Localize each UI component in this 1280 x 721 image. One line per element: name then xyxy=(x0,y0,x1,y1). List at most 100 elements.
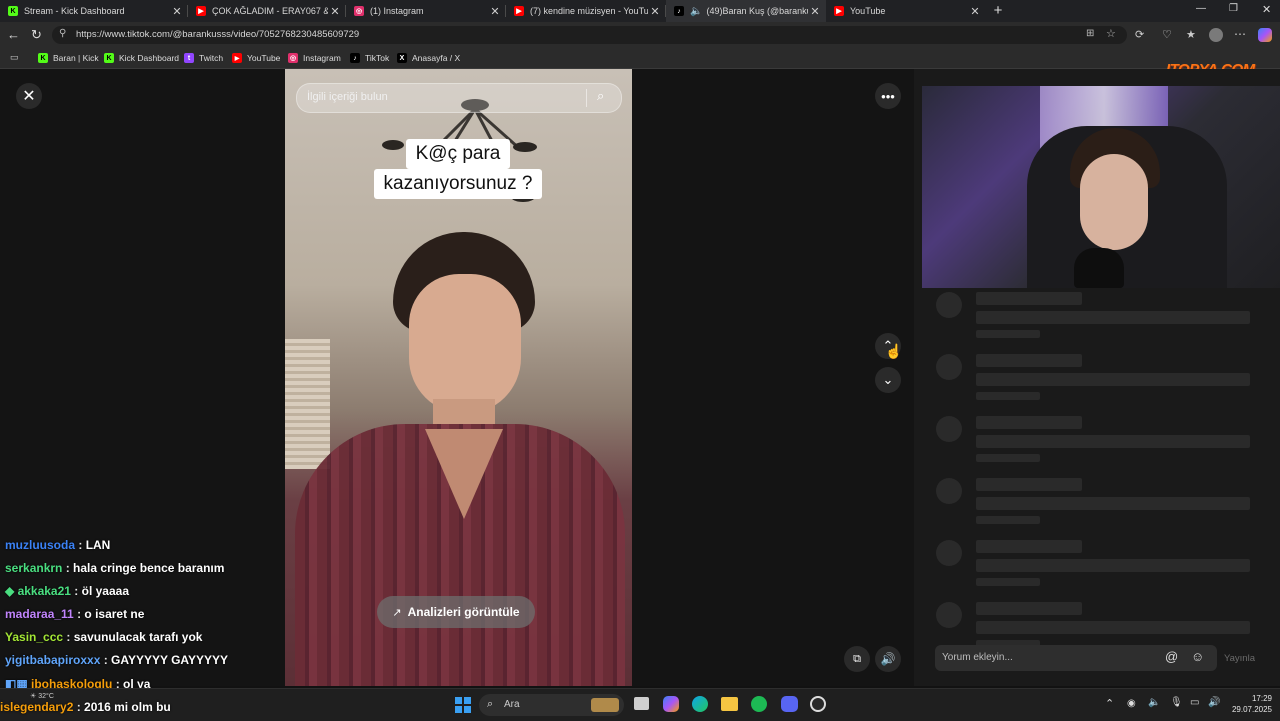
analytics-label: Analizleri görüntüle xyxy=(407,605,520,619)
start-button[interactable] xyxy=(455,697,471,713)
minimize-button[interactable]: — xyxy=(1196,3,1206,14)
tab-instagram[interactable]: ◎ (1) Instagram ✕ xyxy=(346,0,506,22)
chat-message: yigitbabapiroxxx : GAYYYYY GAYYYYY xyxy=(5,653,228,667)
new-tab-button[interactable]: + xyxy=(990,2,1006,20)
bookmarks-menu-icon[interactable]: ▭ xyxy=(10,52,19,63)
windows-logo-icon xyxy=(455,697,462,704)
window-close-button[interactable]: ✕ xyxy=(1262,3,1271,16)
display-icon[interactable]: ▭ xyxy=(1190,697,1199,708)
file-explorer-icon[interactable] xyxy=(721,697,738,711)
mouse-cursor: ☝ xyxy=(885,343,903,359)
view-analytics-button[interactable]: ↗ Analizleri görüntüle xyxy=(377,596,535,628)
next-video-button[interactable]: ⌄ xyxy=(875,367,901,393)
video-player[interactable]: İlgili içeriği bulun ⌕ K@ç para kazanıyo… xyxy=(285,69,632,686)
discord-tray-icon[interactable]: ◉ xyxy=(1127,698,1136,709)
tab-tiktok[interactable]: ♪ 🔈 (49)Baran Kuş (@barankusss) ✕ xyxy=(666,0,826,22)
bookmark-x[interactable]: X Anasayfa / X xyxy=(397,50,460,66)
skeleton-line xyxy=(976,478,1082,491)
bookmark-label: Kick Dashboard xyxy=(119,53,180,63)
streamer-webcam xyxy=(922,86,1280,288)
more-menu-icon[interactable]: ⋯ xyxy=(1234,27,1246,41)
discord-icon[interactable] xyxy=(781,696,798,712)
related-search-box[interactable]: İlgili içeriği bulun ⌕ xyxy=(296,83,622,113)
site-info-icon[interactable]: ⚲ xyxy=(59,28,66,39)
twitch-icon: t xyxy=(184,53,194,63)
comment-input-box[interactable]: Yorum ekleyin... @ ☺ xyxy=(935,645,1217,671)
spotify-icon[interactable] xyxy=(751,696,767,712)
bookmark-kick-dashboard[interactable]: K Kick Dashboard xyxy=(104,50,179,66)
bookmark-youtube[interactable]: ▶ YouTube xyxy=(232,50,280,66)
tab-bar: K Stream - Kick Dashboard ✕ ▶ ÇOK AĞLADI… xyxy=(0,0,1280,22)
bookmark-baran-kick[interactable]: K Baran | Kick xyxy=(38,50,99,66)
bookmark-instagram[interactable]: ◎ Instagram xyxy=(288,50,341,66)
bookmark-twitch[interactable]: t Twitch xyxy=(184,50,223,66)
tab-title: YouTube xyxy=(850,6,886,16)
skeleton-line xyxy=(976,516,1040,524)
skeleton-avatar xyxy=(936,416,962,442)
favorites-icon[interactable]: ★ xyxy=(1186,28,1196,41)
profile-avatar[interactable] xyxy=(1209,28,1223,42)
taskbar-search[interactable]: ⌕ Ara xyxy=(479,694,624,716)
bookmark-label: Instagram xyxy=(303,53,341,63)
picture-in-picture-button[interactable]: ⧉ xyxy=(844,646,870,672)
back-icon[interactable]: ← xyxy=(7,27,20,42)
restore-button[interactable]: ❐ xyxy=(1229,3,1238,14)
obs-icon[interactable] xyxy=(810,696,826,712)
microphone-icon[interactable]: 🎙 xyxy=(1170,697,1183,708)
tab-youtube-musician[interactable]: ▶ (7) kendine müzisyen - YouTube ✕ xyxy=(506,0,666,22)
chat-separator: : xyxy=(73,700,85,714)
favorite-star-icon[interactable]: ☆ xyxy=(1106,27,1116,40)
extensions-icon[interactable]: ⟳ xyxy=(1135,28,1144,41)
volume-button[interactable]: 🔊 xyxy=(875,646,901,672)
copilot-icon[interactable] xyxy=(663,696,679,712)
chat-separator: : xyxy=(75,538,86,552)
instagram-icon: ◎ xyxy=(288,53,298,63)
diamond-badge-icon: ◆ xyxy=(5,584,18,598)
app-icon[interactable]: ⊞ xyxy=(1086,28,1094,39)
mention-icon[interactable]: @ xyxy=(1165,649,1178,664)
more-options-button[interactable]: ••• xyxy=(875,83,901,109)
speaker-tray-icon[interactable]: 🔈 xyxy=(1148,697,1160,708)
close-icon[interactable]: ✕ xyxy=(170,5,184,18)
microphone xyxy=(1074,248,1124,288)
close-icon[interactable]: ✕ xyxy=(968,5,982,18)
copilot-icon[interactable] xyxy=(1258,28,1272,42)
bookmark-tiktok[interactable]: ♪ TikTok xyxy=(350,50,389,66)
chat-text: o isaret ne xyxy=(84,607,145,621)
browser-essentials-icon[interactable]: ♡ xyxy=(1162,28,1172,41)
bookmark-label: YouTube xyxy=(247,53,281,63)
close-video-button[interactable]: ✕ xyxy=(16,83,42,109)
tiktok-icon: ♪ xyxy=(350,53,360,63)
address-bar[interactable]: ⚲ https://www.tiktok.com/@barankusss/vid… xyxy=(52,26,1127,44)
weather-widget[interactable]: ☀ 32°C xyxy=(30,692,54,700)
windows-taskbar: ☀ 32°C ⌕ Ara ⌃ ◉ 🔈 🎙 ▭ 🔊 17:29 29.07.202… xyxy=(0,688,1280,721)
tab-kick-dashboard[interactable]: K Stream - Kick Dashboard ✕ xyxy=(0,0,188,22)
chat-username: madaraa_11 xyxy=(5,607,74,621)
skeleton-avatar xyxy=(936,478,962,504)
reload-icon[interactable]: ↻ xyxy=(31,27,42,43)
youtube-icon: ▶ xyxy=(196,6,206,16)
close-icon[interactable]: ✕ xyxy=(648,5,662,18)
task-view-icon[interactable] xyxy=(634,697,649,710)
search-input[interactable]: İlgili içeriği bulun xyxy=(307,91,388,103)
post-comment-button[interactable]: Yayınla xyxy=(1224,653,1255,664)
tray-chevron-up-icon[interactable]: ⌃ xyxy=(1105,697,1114,710)
emoji-icon[interactable]: ☺ xyxy=(1191,649,1204,664)
edge-icon[interactable] xyxy=(692,696,708,712)
close-icon[interactable]: ✕ xyxy=(328,5,342,18)
skeleton-line xyxy=(976,311,1250,324)
search-icon[interactable]: ⌕ xyxy=(597,88,604,104)
close-icon[interactable]: ✕ xyxy=(488,5,502,18)
volume-tray-icon[interactable]: 🔊 xyxy=(1208,697,1220,708)
tab-youtube-video[interactable]: ▶ ÇOK AĞLADIM - ERAY067 & MAN ✕ xyxy=(188,0,346,22)
chat-message: madaraa_11 : o isaret ne xyxy=(5,607,144,621)
close-icon[interactable]: ✕ xyxy=(808,5,822,18)
chat-text: 2016 mi olm bu xyxy=(84,700,171,714)
tab-youtube[interactable]: ▶ YouTube ✕ xyxy=(826,0,986,22)
clock[interactable]: 17:29 29.07.2025 xyxy=(1226,693,1272,715)
chat-text: savunulacak tarafı yok xyxy=(73,630,203,644)
chat-text: öl yaaaa xyxy=(81,584,129,598)
bookmark-label: Twitch xyxy=(199,53,224,63)
speaker-icon[interactable]: 🔈 xyxy=(690,6,702,17)
comment-input[interactable]: Yorum ekleyin... xyxy=(942,652,1013,663)
